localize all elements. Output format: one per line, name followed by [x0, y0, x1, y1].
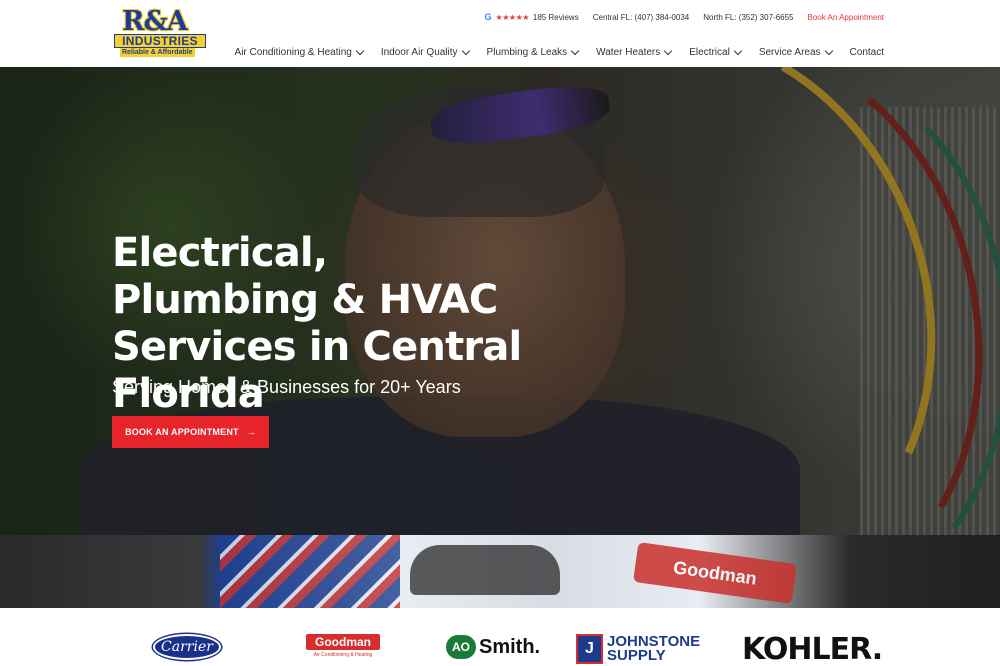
- goodman-wordmark: Goodman: [306, 634, 380, 650]
- nav-air-conditioning-heating[interactable]: Air Conditioning & Heating: [234, 46, 365, 58]
- chevron-down-icon: [733, 46, 743, 55]
- north-phone-link[interactable]: North FL: (352) 307-6655: [703, 13, 793, 22]
- nav-service-areas[interactable]: Service Areas: [758, 46, 833, 58]
- nav-label: Electrical: [689, 47, 730, 58]
- goodman-logo: Goodman Air Conditioning & Heating: [306, 634, 380, 658]
- johnstone-mark: J: [576, 634, 603, 664]
- nav-label: Indoor Air Quality: [380, 47, 458, 58]
- nav-label: Water Heaters: [596, 47, 661, 58]
- nav-indoor-air-quality[interactable]: Indoor Air Quality: [380, 46, 470, 58]
- google-icon: G: [484, 12, 492, 22]
- main-nav: Air Conditioning & Heating Indoor Air Qu…: [234, 46, 884, 58]
- book-appointment-button[interactable]: BOOK AN APPOINTMENT →: [112, 416, 269, 448]
- american-flag-wrap-image: [220, 535, 400, 608]
- nav-water-heaters[interactable]: Water Heaters: [596, 46, 673, 58]
- logo-mark: R&A: [122, 6, 188, 37]
- nav-contact[interactable]: Contact: [850, 47, 884, 58]
- nav-label: Contact: [849, 47, 884, 58]
- star-rating-icon: ★★★★★: [495, 12, 530, 22]
- chevron-down-icon: [461, 46, 470, 55]
- google-reviews[interactable]: G ★★★★★ 185 Reviews: [485, 12, 579, 22]
- nav-electrical[interactable]: Electrical: [689, 46, 743, 58]
- van-window-image: [410, 545, 560, 595]
- hero-section: Electrical, Plumbing & HVAC Services in …: [0, 67, 1000, 535]
- logo-industries: INDUSTRIES: [114, 34, 206, 48]
- reviews-count: 185 Reviews: [532, 12, 579, 22]
- book-appointment-link[interactable]: Book An Appointment: [808, 13, 885, 22]
- site-header: R&A INDUSTRIES Reliable & Affordable G ★…: [0, 0, 1000, 67]
- carrier-logo: Carrier: [153, 634, 221, 660]
- goodman-van-sticker: Goodman: [632, 542, 798, 604]
- johnstone-line2: SUPPLY: [607, 647, 666, 664]
- brand-logos: Carrier Goodman Air Conditioning & Heati…: [0, 608, 1000, 666]
- johnstone-wordmark: JOHNSTONE SUPPLY: [607, 634, 700, 664]
- goodman-subtitle: Air Conditioning & Heating: [313, 652, 373, 658]
- chevron-down-icon: [355, 46, 365, 55]
- logo-tagline: Reliable & Affordable: [120, 48, 195, 57]
- hero-subtitle: Serving Homes & Businesses for 20+ Years: [112, 377, 461, 397]
- johnstone-supply-logo: J JOHNSTONE SUPPLY: [576, 634, 700, 664]
- central-phone-link[interactable]: Central FL: (407) 384-0034: [593, 13, 690, 22]
- nav-label: Air Conditioning & Heating: [234, 47, 352, 58]
- ao-smith-logo: AO Smith.: [446, 635, 540, 659]
- service-van-banner: Goodman: [0, 535, 1000, 608]
- ao-smith-wordmark: Smith.: [479, 635, 541, 658]
- nav-plumbing-leaks[interactable]: Plumbing & Leaks: [486, 46, 580, 58]
- arrow-right-icon: →: [246, 427, 256, 437]
- top-bar: G ★★★★★ 185 Reviews Central FL: (407) 38…: [485, 10, 884, 24]
- kohler-logo: KOHLER.: [742, 632, 883, 666]
- ao-mark: AO: [446, 635, 476, 659]
- ra-industries-logo[interactable]: R&A INDUSTRIES Reliable & Affordable: [114, 6, 206, 60]
- nav-label: Service Areas: [758, 47, 821, 58]
- cta-label: BOOK AN APPOINTMENT: [125, 427, 239, 437]
- chevron-down-icon: [570, 46, 580, 55]
- chevron-down-icon: [664, 46, 673, 55]
- chevron-down-icon: [824, 46, 833, 55]
- nav-label: Plumbing & Leaks: [486, 47, 568, 58]
